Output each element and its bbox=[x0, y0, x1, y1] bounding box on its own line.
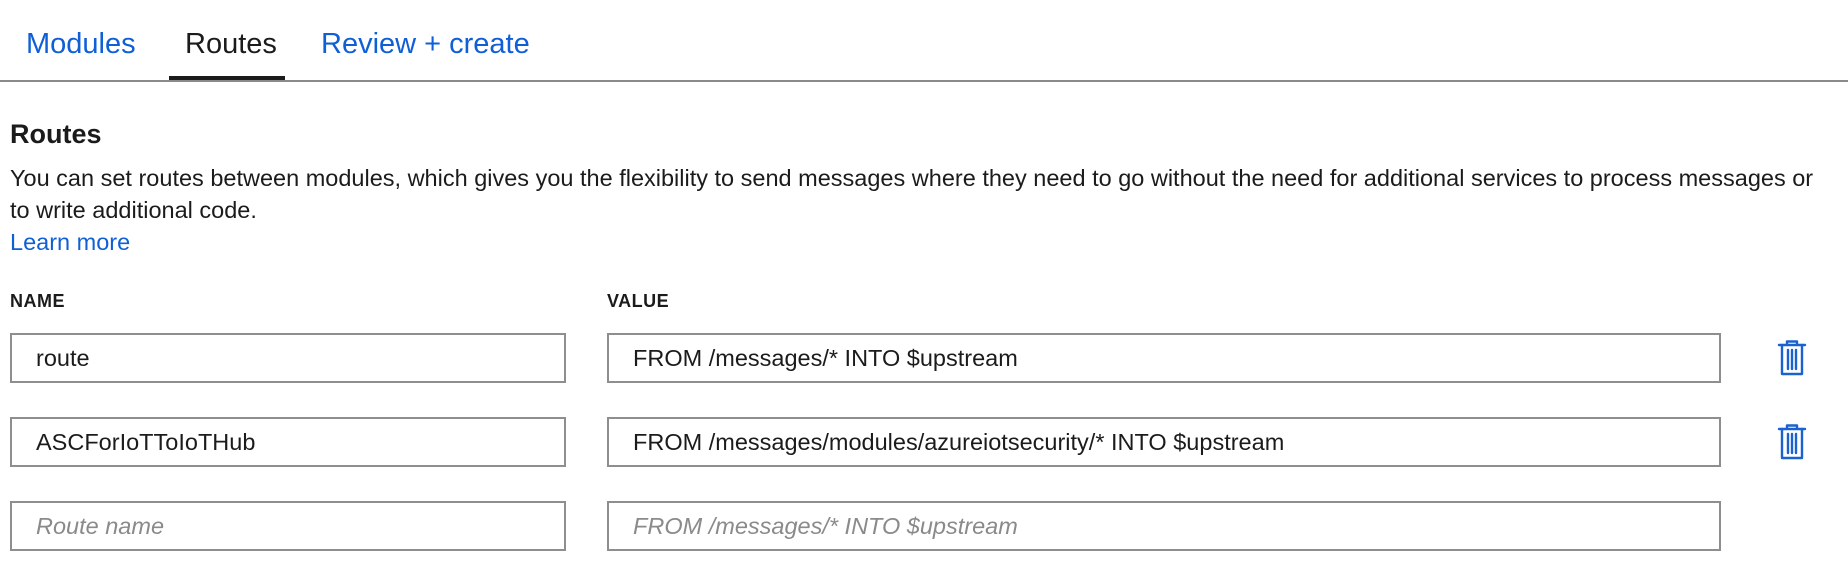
tab-review-create[interactable]: Review + create bbox=[321, 24, 530, 64]
route-name-input[interactable] bbox=[10, 417, 566, 467]
delete-route-button[interactable] bbox=[1777, 340, 1807, 376]
tab-routes[interactable]: Routes bbox=[185, 24, 277, 64]
learn-more-link[interactable]: Learn more bbox=[10, 226, 130, 258]
active-tab-indicator bbox=[169, 76, 285, 80]
tab-modules[interactable]: Modules bbox=[26, 24, 136, 64]
section-title: Routes bbox=[10, 119, 102, 149]
tab-bar: Modules Routes Review + create bbox=[0, 0, 1848, 82]
trash-icon bbox=[1777, 340, 1807, 376]
route-value-input[interactable] bbox=[607, 417, 1721, 467]
name-column-header: NAME bbox=[10, 291, 65, 311]
route-value-input[interactable] bbox=[607, 333, 1721, 383]
delete-route-button[interactable] bbox=[1777, 424, 1807, 460]
new-route-value-input[interactable] bbox=[607, 501, 1721, 551]
section-description: You can set routes between modules, whic… bbox=[10, 165, 1814, 223]
trash-icon bbox=[1777, 424, 1807, 460]
route-name-input[interactable] bbox=[10, 333, 566, 383]
routes-page: Modules Routes Review + create Routes Yo… bbox=[0, 0, 1848, 587]
value-column-header: VALUE bbox=[607, 291, 670, 311]
new-route-name-input[interactable] bbox=[10, 501, 566, 551]
